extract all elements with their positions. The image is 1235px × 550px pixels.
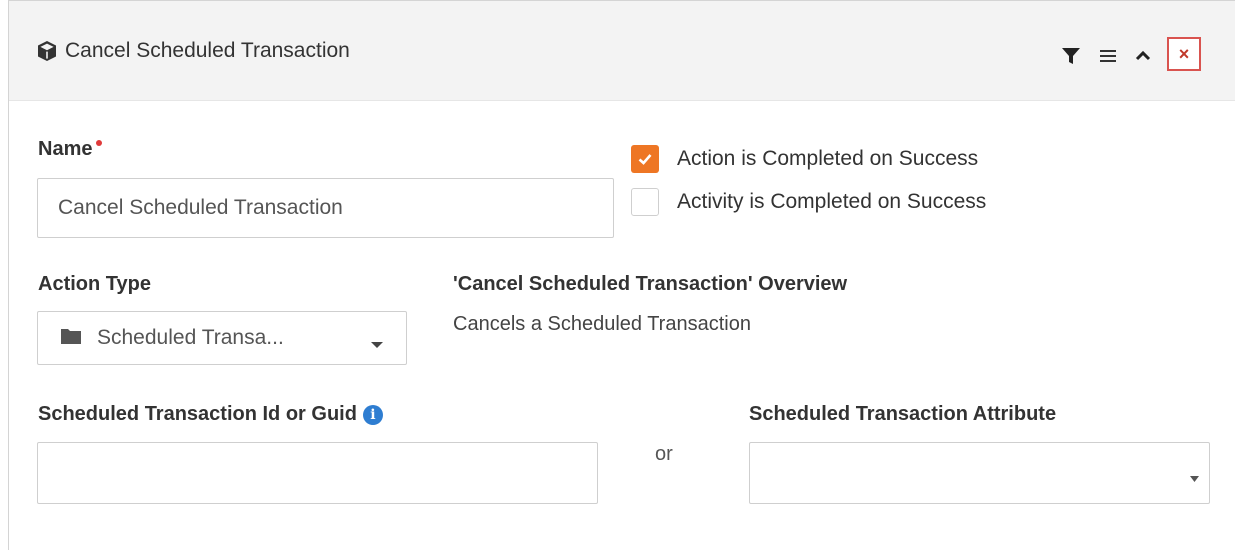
workflow-action-panel: Cancel Scheduled Transaction × Name Canc…	[8, 0, 1235, 550]
caret-down-icon	[1190, 470, 1199, 488]
action-type-picker[interactable]: Scheduled Transa...	[37, 311, 407, 365]
transaction-id-label: Scheduled Transaction Id or Guid i	[38, 403, 383, 426]
checkbox-checked[interactable]	[631, 145, 659, 173]
name-input[interactable]	[37, 178, 614, 238]
overview-title: 'Cancel Scheduled Transaction' Overview	[453, 273, 848, 295]
name-label-text: Name	[38, 138, 93, 160]
close-button[interactable]: ×	[1167, 37, 1201, 71]
close-icon: ×	[1178, 43, 1190, 64]
menu-icon[interactable]	[1098, 39, 1118, 73]
check-icon	[638, 154, 652, 165]
required-indicator	[96, 140, 103, 146]
checkbox-action-completed[interactable]: Action is Completed on Success	[631, 145, 978, 173]
transaction-attribute-select[interactable]	[749, 442, 1210, 504]
checkbox-label: Activity is Completed on Success	[677, 190, 987, 213]
transaction-id-label-text: Scheduled Transaction Id or Guid	[38, 403, 357, 425]
or-separator: or	[655, 443, 673, 465]
checkbox-label: Action is Completed on Success	[677, 147, 979, 170]
filter-icon[interactable]	[1061, 39, 1081, 73]
caret-down-icon	[370, 336, 384, 354]
action-type-label: Action Type	[38, 273, 151, 295]
panel-title-text: Cancel Scheduled Transaction	[65, 39, 350, 62]
name-label: Name	[38, 138, 103, 161]
panel-title[interactable]: Cancel Scheduled Transaction	[35, 39, 350, 63]
checkbox-activity-completed[interactable]: Activity is Completed on Success	[631, 188, 986, 216]
transaction-id-input[interactable]	[37, 442, 598, 504]
chevron-up-icon[interactable]	[1133, 39, 1153, 73]
folder-icon	[60, 327, 82, 350]
cube-icon	[35, 39, 59, 63]
action-type-value: Scheduled Transa...	[97, 326, 284, 349]
transaction-attribute-label: Scheduled Transaction Attribute	[749, 403, 1057, 425]
overview-text: Cancels a Scheduled Transaction	[453, 313, 751, 335]
checkbox-unchecked[interactable]	[631, 188, 659, 216]
info-icon[interactable]: i	[362, 404, 383, 425]
panel-header: Cancel Scheduled Transaction ×	[9, 1, 1235, 101]
